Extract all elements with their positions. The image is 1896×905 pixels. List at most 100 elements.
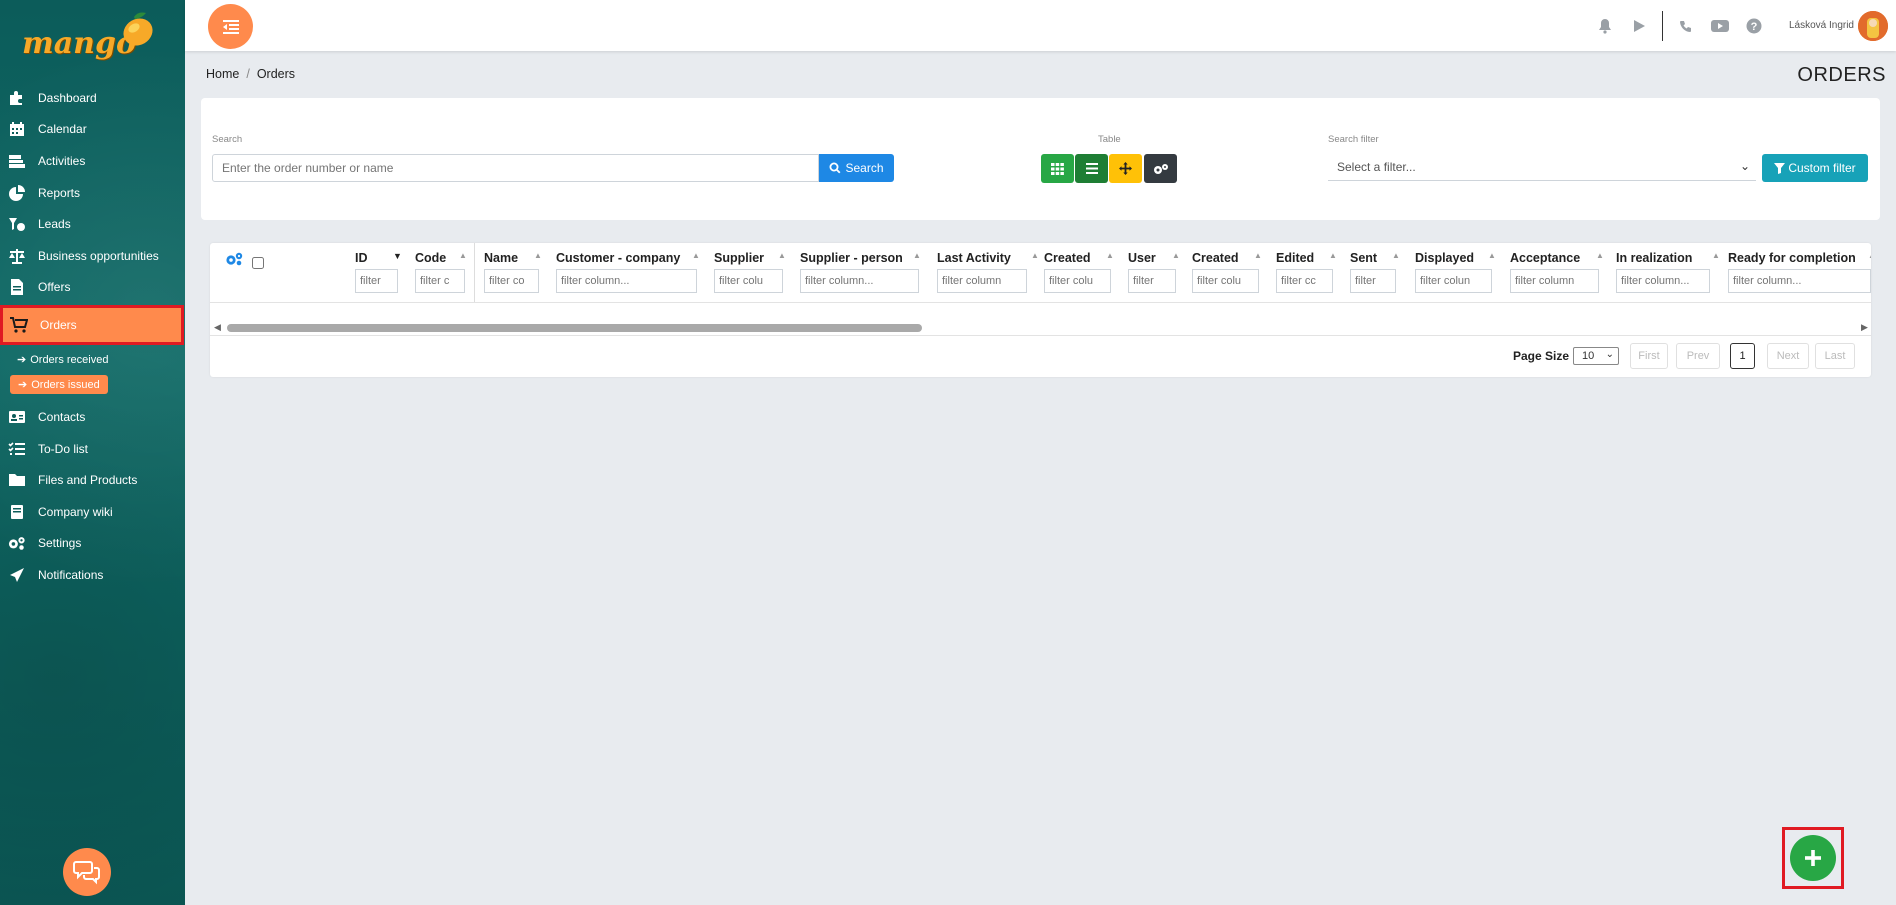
table-settings-button[interactable] bbox=[1144, 154, 1177, 183]
filter-input-in-realization[interactable] bbox=[1616, 269, 1710, 293]
phone-icon[interactable] bbox=[1676, 16, 1696, 36]
sidebar-item-todo-list[interactable]: To-Do list bbox=[0, 433, 185, 465]
column-header-id[interactable]: ID ▼ bbox=[355, 251, 402, 265]
sidebar-item-orders[interactable]: Orders bbox=[0, 305, 184, 346]
sidebar-item-calendar[interactable]: Calendar bbox=[0, 114, 185, 146]
column-header-code[interactable]: Code ▲ bbox=[415, 251, 467, 265]
filter-input-edited[interactable] bbox=[1276, 269, 1333, 293]
avatar[interactable] bbox=[1858, 10, 1888, 41]
column-header-supplier-person[interactable]: Supplier - person ▲ bbox=[800, 251, 921, 265]
puzzle-icon bbox=[8, 90, 26, 106]
sidebar-item-contacts[interactable]: Contacts bbox=[0, 401, 185, 433]
address-card-icon bbox=[8, 409, 26, 425]
sidebar-item-label: Offers bbox=[38, 280, 71, 295]
pager-first-button[interactable]: First bbox=[1630, 343, 1668, 369]
sidebar-item-dashboard[interactable]: Dashboard bbox=[0, 82, 185, 114]
page-size-label: Page Size bbox=[1513, 349, 1570, 363]
chat-button[interactable] bbox=[63, 848, 111, 896]
sidebar-item-activities[interactable]: Activities bbox=[0, 145, 185, 177]
filter-icon bbox=[1774, 162, 1786, 174]
sidebar-item-settings[interactable]: Settings bbox=[0, 528, 185, 560]
column-header-sent[interactable]: Sent ▲ bbox=[1350, 251, 1400, 265]
column-header-edited[interactable]: Edited ▲ bbox=[1276, 251, 1337, 265]
sidebar-item-offers[interactable]: Offers bbox=[0, 272, 185, 304]
filter-input-last-activity[interactable] bbox=[937, 269, 1027, 293]
filter-input-name[interactable] bbox=[484, 269, 539, 293]
grid-view-button[interactable] bbox=[1041, 154, 1074, 183]
filter-input-supplier[interactable] bbox=[714, 269, 783, 293]
pager-next-button[interactable]: Next bbox=[1767, 343, 1809, 369]
sidebar-item-files-and-products[interactable]: Files and Products bbox=[0, 464, 185, 496]
sidebar-item-company-wiki[interactable]: Company wiki bbox=[0, 496, 185, 528]
page-size-select[interactable]: 10 ⌄ bbox=[1573, 347, 1619, 365]
move-columns-button[interactable] bbox=[1109, 154, 1142, 183]
breadcrumb-separator: / bbox=[246, 67, 250, 81]
column-header-name[interactable]: Name ▲ bbox=[484, 251, 542, 265]
sidebar-subitem-label: Orders received bbox=[30, 353, 109, 366]
filter-input-acceptance[interactable] bbox=[1510, 269, 1599, 293]
column-header-ready-for-completion[interactable]: Ready for completion▲ bbox=[1728, 251, 1871, 265]
breadcrumb-home[interactable]: Home bbox=[206, 67, 239, 81]
sidebar-item-reports[interactable]: Reports bbox=[0, 177, 185, 209]
sidebar-subitem-orders-received[interactable]: ➔ Orders received bbox=[0, 347, 185, 372]
column-header-last-activity[interactable]: Last Activity ▲ bbox=[937, 251, 1039, 265]
sort-icon: ▲ bbox=[1106, 251, 1114, 260]
pager-prev-button[interactable]: Prev bbox=[1676, 343, 1720, 369]
search-input[interactable] bbox=[212, 154, 819, 182]
custom-filter-button[interactable]: Custom filter bbox=[1762, 154, 1868, 182]
sort-icon: ▲ bbox=[534, 251, 542, 260]
column-header-supplier[interactable]: Supplier ▲ bbox=[714, 251, 786, 265]
filter-input-ready-for-completion[interactable] bbox=[1728, 269, 1871, 293]
help-icon[interactable]: ? bbox=[1744, 16, 1764, 36]
filter-input-created[interactable] bbox=[1044, 269, 1111, 293]
list-icon bbox=[1085, 163, 1098, 174]
filter-panel: Search Search Table Search filter Select… bbox=[201, 98, 1880, 220]
search-button[interactable]: Search bbox=[819, 154, 894, 182]
sort-icon: ▲ bbox=[1488, 251, 1496, 260]
search-filter-label: Search filter bbox=[1328, 134, 1379, 145]
sidebar-toggle-button[interactable] bbox=[208, 4, 253, 49]
sidebar-item-notifications[interactable]: Notifications bbox=[0, 559, 185, 591]
filter-input-sent[interactable] bbox=[1350, 269, 1396, 293]
calendar-icon bbox=[8, 121, 26, 137]
column-header-created-2[interactable]: Created ▲ bbox=[1192, 251, 1262, 265]
pager-current-page[interactable]: 1 bbox=[1730, 343, 1755, 369]
activities-icon bbox=[8, 153, 26, 169]
app-logo[interactable]: mango bbox=[20, 10, 160, 62]
column-header-displayed[interactable]: Displayed ▲ bbox=[1415, 251, 1496, 265]
page-size-value: 10 bbox=[1582, 350, 1595, 362]
sidebar-item-business-opportunities[interactable]: Business opportunities bbox=[0, 240, 185, 272]
scroll-left-arrow-icon[interactable]: ◀ bbox=[214, 322, 221, 333]
select-all-checkbox[interactable] bbox=[252, 257, 264, 269]
filter-input-user[interactable] bbox=[1128, 269, 1176, 293]
filter-input-code[interactable] bbox=[415, 269, 465, 293]
filter-input-supplier-person[interactable] bbox=[800, 269, 919, 293]
column-header-in-realization[interactable]: In realization ▲ bbox=[1616, 251, 1720, 265]
scroll-right-arrow-icon[interactable]: ▶ bbox=[1861, 322, 1868, 333]
add-order-button[interactable] bbox=[1790, 835, 1836, 881]
bell-icon[interactable] bbox=[1595, 16, 1615, 36]
column-header-created[interactable]: Created ▲ bbox=[1044, 251, 1114, 265]
column-header-user[interactable]: User ▲ bbox=[1128, 251, 1180, 265]
user-name[interactable]: Lásková Ingrid bbox=[1789, 20, 1854, 31]
sidebar-item-leads[interactable]: Leads bbox=[0, 208, 185, 240]
pager-last-button[interactable]: Last bbox=[1815, 343, 1855, 369]
pie-chart-icon bbox=[8, 184, 26, 201]
youtube-icon[interactable] bbox=[1710, 16, 1730, 36]
horizontal-scrollbar-thumb[interactable] bbox=[227, 324, 922, 332]
play-icon[interactable] bbox=[1629, 16, 1649, 36]
sidebar-item-label: Dashboard bbox=[38, 90, 97, 105]
column-header-customer-company[interactable]: Customer - company ▲ bbox=[556, 251, 700, 265]
filter-input-displayed[interactable] bbox=[1415, 269, 1492, 293]
sidebar-subitem-orders-issued[interactable]: ➔ Orders issued bbox=[0, 372, 185, 397]
list-view-button[interactable] bbox=[1075, 154, 1108, 183]
column-header-acceptance[interactable]: Acceptance ▲ bbox=[1510, 251, 1604, 265]
filter-input-created-2[interactable] bbox=[1192, 269, 1259, 293]
paper-plane-icon bbox=[8, 567, 26, 583]
sort-icon: ▲ bbox=[1596, 251, 1604, 260]
filter-input-customer-company[interactable] bbox=[556, 269, 697, 293]
column-settings-icon[interactable] bbox=[225, 252, 243, 266]
sidebar-item-label: Orders bbox=[40, 318, 77, 333]
filter-input-id[interactable] bbox=[355, 269, 398, 293]
search-filter-select[interactable]: Select a filter... ⌄ bbox=[1328, 153, 1756, 181]
